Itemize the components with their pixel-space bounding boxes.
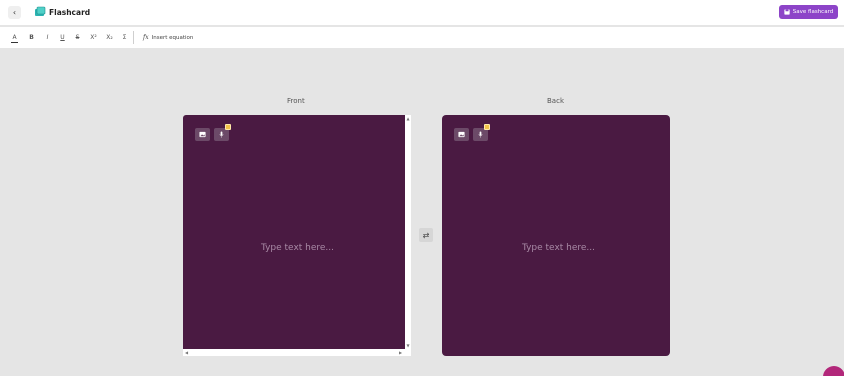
help-chat-button[interactable] (823, 366, 844, 376)
italic-button[interactable]: I (44, 34, 51, 43)
superscript-button[interactable]: X² (89, 34, 98, 43)
front-card-editor[interactable]: Type text here... (183, 115, 406, 356)
equation-icon: fx (143, 34, 149, 41)
front-add-image-button[interactable] (195, 128, 210, 141)
scroll-up-arrow-icon[interactable]: ▲ (405, 116, 411, 122)
underline-button[interactable]: U (59, 34, 66, 43)
sum-button[interactable]: Σ (121, 34, 128, 43)
front-label: Front (287, 97, 305, 105)
formatting-toolbar: A B I U S X² X₂ Σ fx Insert equation (0, 27, 844, 48)
save-icon (784, 9, 790, 15)
scroll-right-arrow-icon[interactable]: ▶ (399, 349, 402, 356)
back-text-placeholder[interactable]: Type text here... (522, 243, 595, 253)
back-label: Back (547, 97, 564, 105)
back-add-image-button[interactable] (454, 128, 469, 141)
back-card-editor[interactable]: Type text here... (442, 115, 670, 356)
toolbar-divider (133, 31, 134, 44)
image-icon (458, 131, 465, 138)
save-flashcard-button[interactable]: Save flashcard (779, 5, 838, 19)
page-title: Flashcard (49, 8, 91, 17)
save-flashcard-label: Save flashcard (792, 9, 834, 15)
back-button[interactable]: ‹ (8, 6, 21, 19)
front-horizontal-scrollbar[interactable]: ◀ ▶ (183, 349, 406, 356)
swap-icon: ⇄ (422, 230, 430, 240)
insert-equation-button[interactable]: fx Insert equation (143, 33, 193, 43)
scroll-left-arrow-icon[interactable]: ◀ (185, 349, 188, 356)
microphone-icon (219, 131, 224, 138)
back-audio-badge (484, 124, 490, 130)
subscript-button[interactable]: X₂ (105, 34, 114, 43)
front-text-placeholder[interactable]: Type text here... (261, 243, 334, 253)
bold-button[interactable]: B (28, 34, 35, 43)
swap-sides-button[interactable]: ⇄ (419, 228, 433, 242)
front-audio-badge (225, 124, 231, 130)
font-color-button[interactable]: A (11, 34, 18, 43)
flashcard-logo-icon (35, 6, 46, 16)
insert-equation-label: Insert equation (151, 35, 194, 41)
strikethrough-button[interactable]: S (74, 34, 81, 43)
image-icon (199, 131, 206, 138)
front-vertical-scrollbar[interactable]: ▲ ▼ (405, 115, 411, 356)
microphone-icon (478, 131, 483, 138)
top-bar: ‹ Flashcard Save flashcard (0, 0, 844, 25)
